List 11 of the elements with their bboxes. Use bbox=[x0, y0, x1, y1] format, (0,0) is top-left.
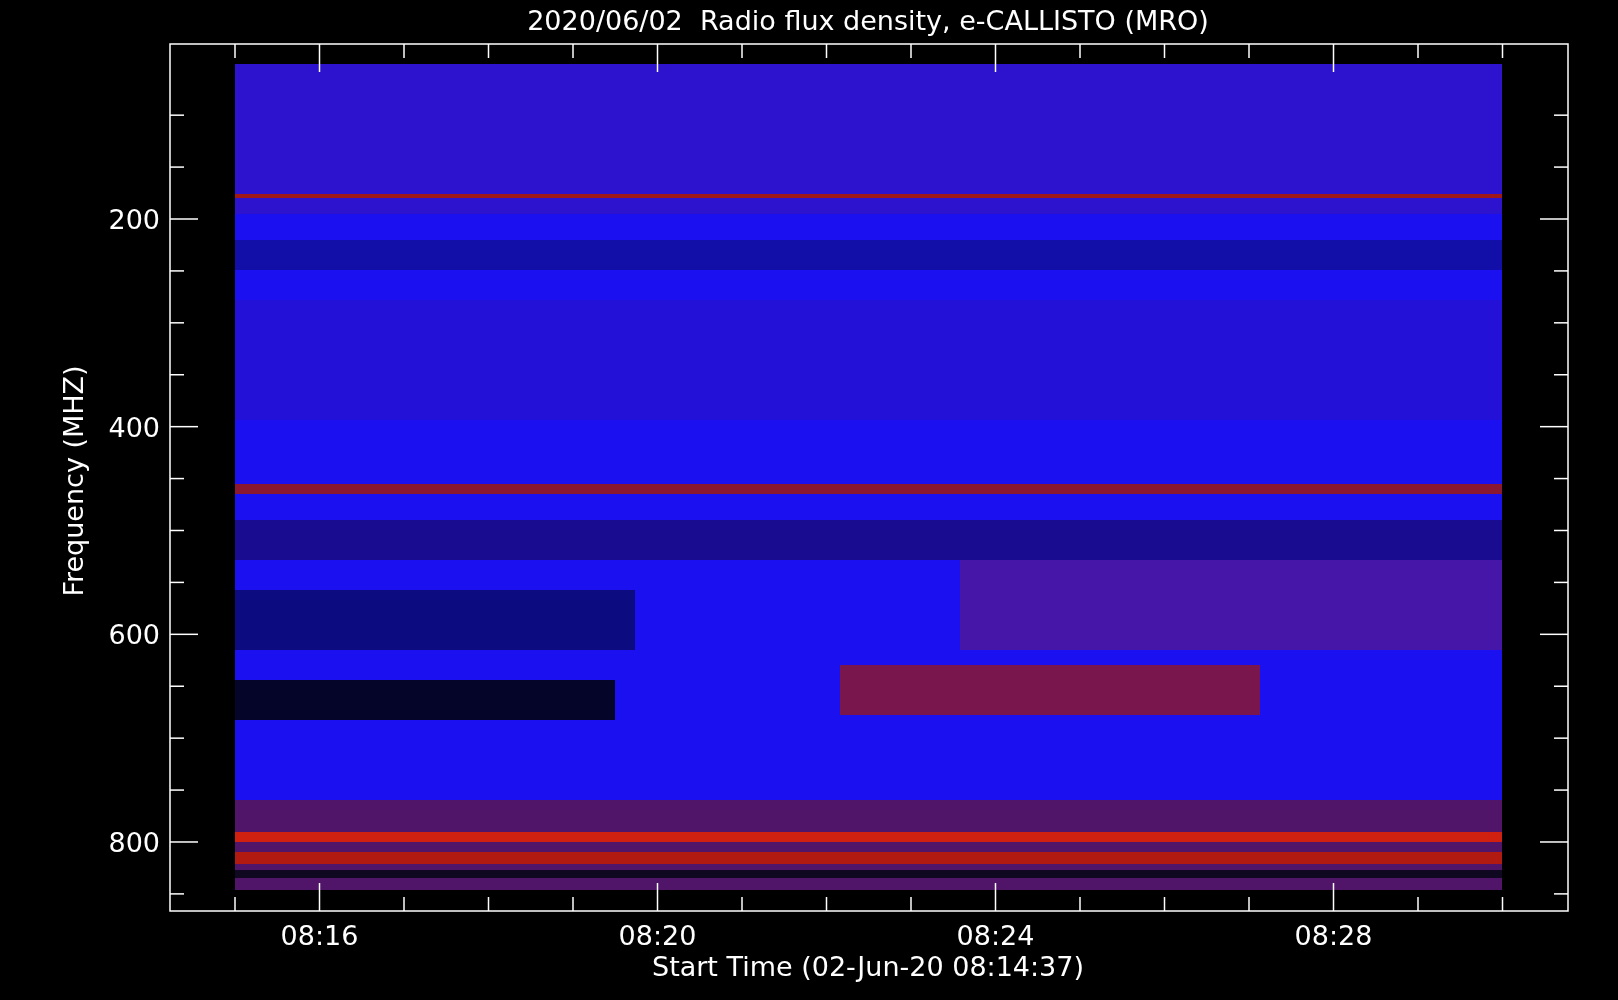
x-axis-label: Start Time (02-Jun-20 08:14:37) bbox=[652, 951, 1084, 982]
x-tick-label: 08:20 bbox=[618, 920, 697, 951]
y-axis-label: Frequency (MHZ) bbox=[58, 365, 89, 597]
y-tick-label: 600 bbox=[108, 619, 160, 651]
y-tick-label: 400 bbox=[108, 411, 160, 443]
x-tick-label: 08:28 bbox=[1294, 920, 1373, 951]
y-tick-label: 200 bbox=[108, 204, 160, 235]
x-tick-label: 08:24 bbox=[956, 920, 1035, 951]
chart-title: 2020/06/02 Radio flux density, e-CALLISTO (MRO) bbox=[527, 5, 1209, 36]
x-tick-label: 08:16 bbox=[280, 920, 359, 951]
y-tick-label: 800 bbox=[108, 827, 160, 858]
